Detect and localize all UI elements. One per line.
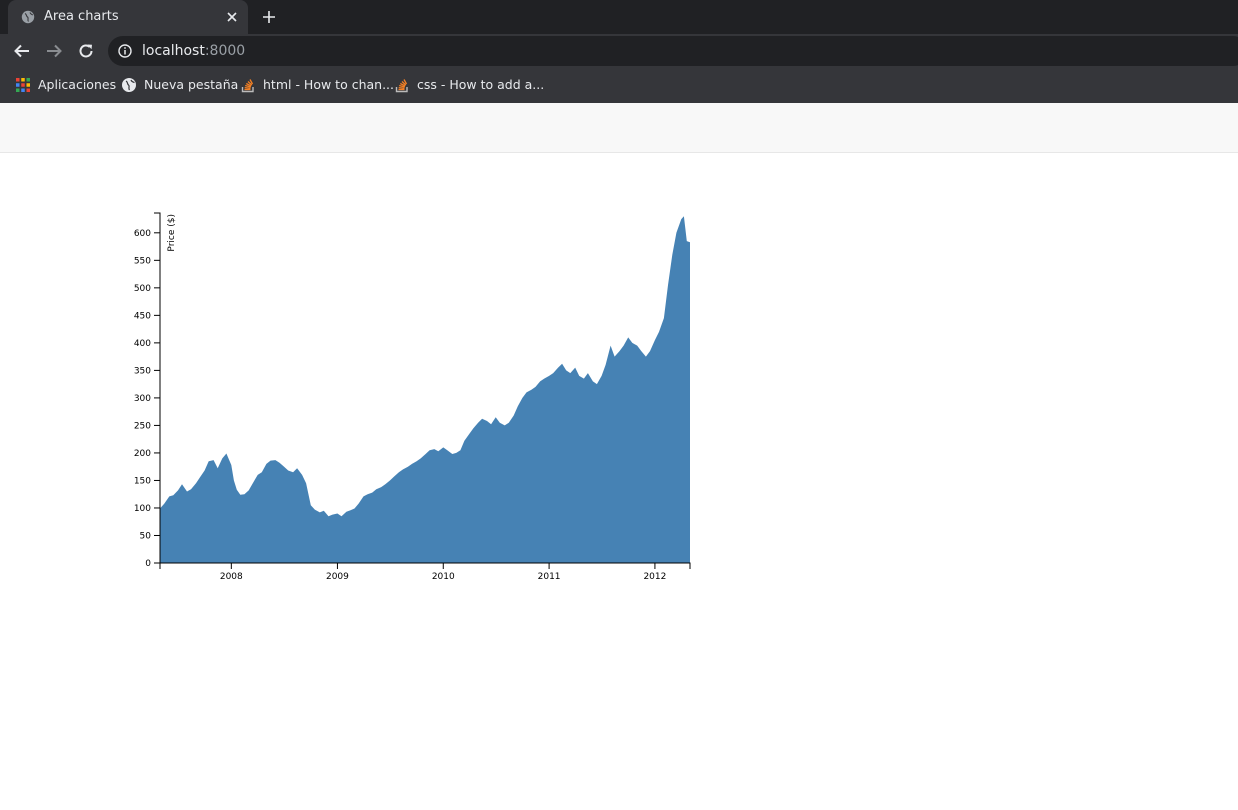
- y-tick-label: 450: [134, 311, 151, 321]
- y-tick-label: 300: [134, 394, 151, 404]
- y-tick-label: 550: [134, 256, 151, 266]
- y-axis-line: [154, 212, 161, 564]
- y-tick-label: 350: [134, 366, 151, 376]
- x-tick-label: 2008: [220, 572, 243, 582]
- x-tick-label: 2012: [643, 572, 666, 582]
- y-tick-label: 150: [134, 476, 151, 486]
- y-tick-label: 400: [134, 339, 151, 349]
- y-axis-label: Price ($): [167, 214, 177, 252]
- y-tick-label: 100: [134, 504, 151, 514]
- area-chart: 2008 2009 2010 2011 2012 0 50 100 150 200 250 300 35…: [134, 212, 691, 582]
- y-tick-label: 600: [134, 229, 151, 239]
- x-tick-label: 2010: [432, 572, 455, 582]
- x-tick-label: 2011: [538, 572, 561, 582]
- y-tick-label: 200: [134, 449, 151, 459]
- area-series: [160, 216, 690, 564]
- y-tick-label: 50: [140, 531, 152, 541]
- y-tick-label: 250: [134, 421, 151, 431]
- y-tick-label: 0: [145, 559, 151, 569]
- y-tick-label: 500: [134, 284, 151, 294]
- x-axis-line: [159, 562, 691, 569]
- x-tick-label: 2009: [326, 572, 349, 582]
